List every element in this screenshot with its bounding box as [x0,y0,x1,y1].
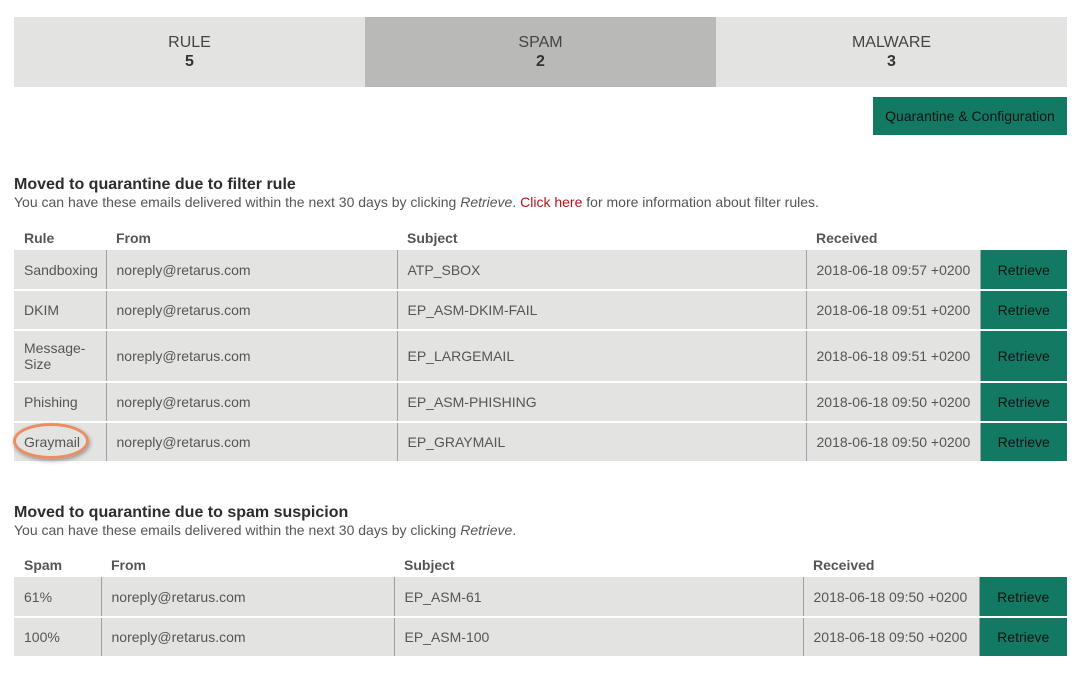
rule-cell: Graymail [14,422,107,463]
retrieve-button[interactable]: Retrieve [980,422,1067,463]
from-cell: noreply@retarus.com [101,617,395,658]
table-row: DKIM noreply@retarus.com EP_ASM-DKIM-FAI… [14,290,1067,331]
tab-malware[interactable]: MALWARE 3 [716,17,1067,87]
spam-section-description: You can have these emails delivered with… [14,522,1067,539]
click-here-link[interactable]: Click here [520,194,582,210]
subject-cell: EP_ASM-DKIM-FAIL [397,290,807,331]
column-header-action [979,552,1067,577]
received-cell: 2018-06-18 09:50 +0200 [806,382,981,423]
tab-malware-label: MALWARE [851,34,932,51]
tab-rule-label: RULE [168,34,211,51]
table-header-row: Rule From Subject Received [14,225,1067,250]
from-cell: noreply@retarus.com [106,290,398,331]
tab-spam-label: SPAM [518,34,563,51]
from-cell: noreply@retarus.com [101,577,395,618]
filter-desc-separator: . [512,194,521,210]
tab-spam[interactable]: SPAM 2 [365,17,716,87]
spam-desc-text: You can have these emails delivered with… [14,522,461,538]
filter-desc-text-end: for more information about filter rules. [582,194,819,210]
retrieve-button[interactable]: Retrieve [980,330,1067,383]
column-header-action [980,225,1067,250]
rule-cell: DKIM [14,290,107,331]
rule-cell: Sandboxing [14,250,107,291]
from-cell: noreply@retarus.com [106,330,398,383]
spam-section-title: Moved to quarantine due to spam suspicio… [14,504,349,521]
column-header-spam: Spam [24,556,63,573]
retrieve-button[interactable]: Retrieve [979,577,1067,618]
filter-desc-retrieve: Retrieve [460,194,513,210]
retrieve-button[interactable]: Retrieve [979,617,1067,658]
tab-rule[interactable]: RULE 5 [14,17,365,87]
filter-rule-section-header: Moved to quarantine due to filter rule Y… [14,176,1067,211]
retrieve-button[interactable]: Retrieve [980,290,1067,331]
received-cell: 2018-06-18 09:50 +0200 [806,422,981,463]
retrieve-button[interactable]: Retrieve [980,250,1067,291]
subject-cell: EP_ASM-PHISHING [397,382,807,423]
filter-rule-section-title: Moved to quarantine due to filter rule [14,176,296,193]
subject-cell: EP_GRAYMAIL [397,422,807,463]
filter-desc-text: You can have these emails delivered with… [14,194,461,210]
filter-rule-section-description: You can have these emails delivered with… [14,194,1067,211]
category-tabs: RULE 5 SPAM 2 MALWARE 3 [14,17,1067,87]
tab-rule-count: 5 [185,53,194,70]
spam-score-cell: 61% [14,577,102,618]
from-cell: noreply@retarus.com [106,422,398,463]
subject-cell: ATP_SBOX [397,250,807,291]
received-cell: 2018-06-18 09:50 +0200 [803,577,980,618]
filter-rule-table: Rule From Subject Received Sandboxing no… [14,225,1067,463]
table-row: 61% noreply@retarus.com EP_ASM-61 2018-0… [14,577,1067,618]
column-header-from: From [116,229,151,246]
subject-cell: EP_ASM-61 [394,577,804,618]
table-row: 100% noreply@retarus.com EP_ASM-100 2018… [14,617,1067,658]
spam-desc-text-end: . [512,522,517,538]
tab-spam-count: 2 [536,53,545,70]
tab-malware-count: 3 [887,53,896,70]
table-row: Message-Size noreply@retarus.com EP_LARG… [14,330,1067,383]
quarantine-configuration-button[interactable]: Quarantine & Configuration [873,97,1067,135]
table-row: Graymail noreply@retarus.com EP_GRAYMAIL… [14,422,1067,463]
received-cell: 2018-06-18 09:51 +0200 [806,290,981,331]
column-header-subject: Subject [404,556,455,573]
column-header-received: Received [816,229,878,246]
received-cell: 2018-06-18 09:50 +0200 [803,617,980,658]
subject-cell: EP_ASM-100 [394,617,804,658]
received-cell: 2018-06-18 09:51 +0200 [806,330,981,383]
table-row: Phishing noreply@retarus.com EP_ASM-PHIS… [14,382,1067,423]
from-cell: noreply@retarus.com [106,250,398,291]
from-cell: noreply@retarus.com [106,382,398,423]
spam-section-header: Moved to quarantine due to spam suspicio… [14,504,1067,539]
spam-score-cell: 100% [14,617,102,658]
column-header-received: Received [813,556,875,573]
rule-cell: Phishing [14,382,107,423]
spam-table: Spam From Subject Received 61% noreply@r… [14,552,1067,658]
rule-cell: Message-Size [14,330,107,383]
column-header-from: From [111,556,146,573]
retrieve-button[interactable]: Retrieve [980,382,1067,423]
spam-desc-retrieve: Retrieve [460,522,513,538]
subject-cell: EP_LARGEMAIL [397,330,807,383]
column-header-subject: Subject [407,229,458,246]
received-cell: 2018-06-18 09:57 +0200 [806,250,981,291]
column-header-rule: Rule [24,229,55,246]
table-header-row: Spam From Subject Received [14,552,1067,577]
table-row: Sandboxing noreply@retarus.com ATP_SBOX … [14,250,1067,291]
